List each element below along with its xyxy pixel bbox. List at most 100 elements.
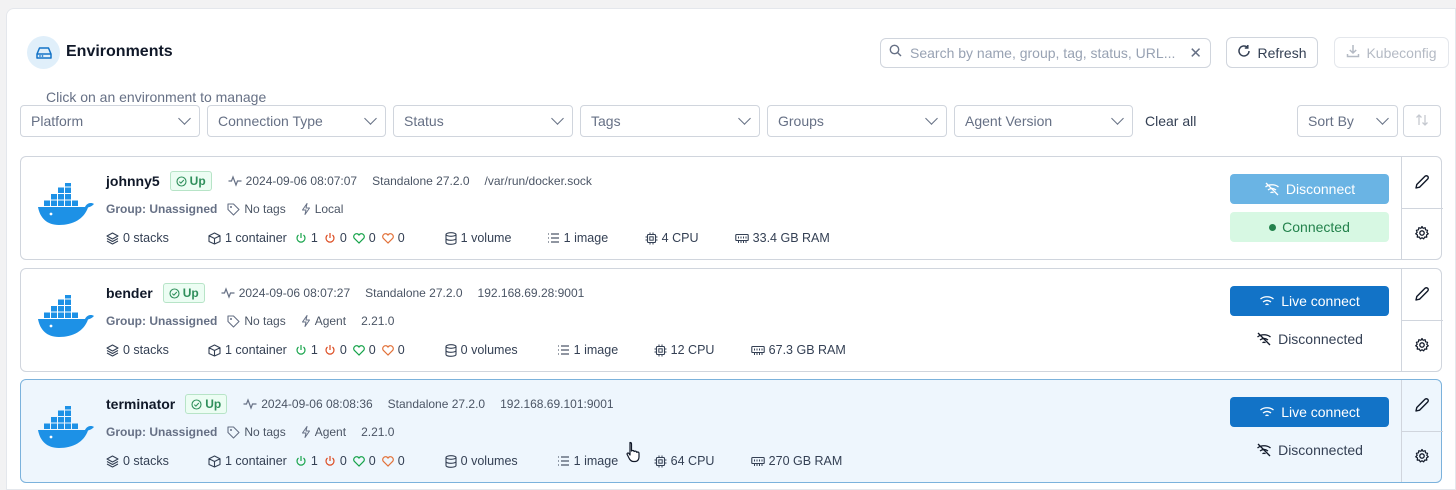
manage-hint: Click on an environment to manage <box>46 89 267 105</box>
card-side-actions <box>1401 269 1443 371</box>
tags-filter[interactable]: Tags <box>580 105 760 137</box>
cpu-count: 64 CPU <box>670 454 715 468</box>
running-count: 1 <box>310 343 318 357</box>
live-connect-button[interactable]: Live connect <box>1230 286 1389 316</box>
sort-by-select[interactable]: Sort By <box>1297 105 1398 137</box>
healthy-count: 0 <box>368 454 376 468</box>
environment-summary-row: bender Up 2024-09-06 08:07:27 Standalone… <box>106 283 599 303</box>
stopped-stat: 0 <box>324 231 347 245</box>
healthy-stat: 0 <box>352 231 376 245</box>
gear-icon[interactable] <box>1414 337 1430 358</box>
ram-amount: 270 GB RAM <box>768 454 843 468</box>
platform-filter-label: Platform <box>31 113 84 129</box>
healthy-count: 0 <box>368 231 376 245</box>
primary-action-label: Live connect <box>1281 293 1360 309</box>
images-count: 1 image <box>563 231 609 245</box>
volumes-count: 1 volume <box>460 231 512 245</box>
ram-amount: 67.3 GB RAM <box>768 343 846 357</box>
volumes-stat: 1 volume <box>445 231 547 245</box>
edit-icon[interactable] <box>1414 174 1430 195</box>
clear-all-link[interactable]: Clear all <box>1145 113 1196 129</box>
connection-state: Connected <box>1230 212 1389 242</box>
power-on-icon <box>296 345 306 355</box>
gear-icon[interactable] <box>1414 448 1430 469</box>
unhealthy-count: 0 <box>397 343 405 357</box>
kubeconfig-button[interactable]: Kubeconfig <box>1334 37 1449 68</box>
containers-stat: 1 container <box>208 343 287 357</box>
divider <box>1402 431 1443 432</box>
tag-icon <box>227 202 240 216</box>
status-filter[interactable]: Status <box>393 105 573 137</box>
tags-info: No tags <box>227 202 286 216</box>
stacks-count: 0 stacks <box>123 454 169 468</box>
agent-version-filter[interactable]: Agent Version <box>954 105 1133 137</box>
environment-url: /var/run/docker.sock <box>484 174 592 188</box>
groups-filter-label: Groups <box>778 113 824 129</box>
agent-version-filter-label: Agent Version <box>965 113 1053 129</box>
cpu-stat: 12 CPU <box>654 343 751 357</box>
chevron-down-icon <box>1111 112 1124 125</box>
divider <box>1402 320 1443 321</box>
tags-filter-label: Tags <box>591 113 621 129</box>
search-box[interactable]: ✕ <box>880 38 1211 68</box>
power-on-icon <box>296 456 306 466</box>
status-badge: Up <box>162 283 205 303</box>
environment-group: Group: Unassigned <box>106 314 218 328</box>
disconnect-button[interactable]: Disconnect <box>1230 174 1389 204</box>
volumes-stat: 0 volumes <box>445 343 557 357</box>
primary-action-label: Live connect <box>1281 404 1360 420</box>
bolt-icon <box>301 203 310 215</box>
status-badge: Up <box>185 394 228 414</box>
containers-stat: 1 container <box>208 454 287 468</box>
check-circle-icon <box>191 398 202 410</box>
stopped-count: 0 <box>339 343 347 357</box>
cpu-count: 12 CPU <box>670 343 715 357</box>
heart-healthy-icon <box>352 232 365 244</box>
containers-count: 1 container <box>225 343 287 357</box>
primary-action-label: Disconnect <box>1285 181 1356 197</box>
running-count: 1 <box>310 231 318 245</box>
status-badge: Up <box>169 171 212 191</box>
live-connect-button[interactable]: Live connect <box>1230 397 1389 427</box>
tag-icon <box>227 425 240 439</box>
connection-state: Disconnected <box>1230 435 1389 465</box>
environment-card-johnny5[interactable]: johnny5 Up 2024-09-06 08:07:07 Standalon… <box>20 156 1443 260</box>
ram-amount: 33.4 GB RAM <box>752 231 830 245</box>
environment-summary-row: terminator Up 2024-09-06 08:08:36 Standa… <box>106 394 629 414</box>
connection-info: Agent <box>301 425 346 439</box>
environment-name: bender <box>106 285 153 301</box>
running-count: 1 <box>310 454 318 468</box>
groups-filter[interactable]: Groups <box>767 105 947 137</box>
connection-state-label: Disconnected <box>1278 331 1363 347</box>
platform-filter[interactable]: Platform <box>20 105 200 137</box>
gear-icon[interactable] <box>1414 225 1430 246</box>
tags-info: No tags <box>227 314 286 328</box>
refresh-button[interactable]: Refresh <box>1226 37 1318 68</box>
stacks-stat: 0 stacks <box>106 343 208 357</box>
edit-icon[interactable] <box>1414 397 1430 418</box>
database-icon <box>445 454 457 468</box>
cube-icon <box>208 231 221 245</box>
sort-by-label: Sort By <box>1308 113 1354 129</box>
sort-direction-button[interactable] <box>1403 105 1441 137</box>
stacks-count: 0 stacks <box>123 343 169 357</box>
bolt-icon <box>301 426 310 438</box>
environment-card-terminator[interactable]: terminator Up 2024-09-06 08:08:36 Standa… <box>20 379 1443 483</box>
stopped-stat: 0 <box>324 454 347 468</box>
connection-info: Local <box>301 202 343 216</box>
search-input[interactable] <box>908 44 1186 62</box>
power-off-icon <box>325 456 335 466</box>
stopped-count: 0 <box>339 454 347 468</box>
volumes-stat: 0 volumes <box>445 454 557 468</box>
wifi-icon <box>1260 407 1275 417</box>
cpu-stat: 4 CPU <box>645 231 735 245</box>
stacks-stat: 0 stacks <box>106 231 208 245</box>
clear-search-icon[interactable]: ✕ <box>1189 44 1202 62</box>
edit-icon[interactable] <box>1414 286 1430 307</box>
heart-unhealthy-icon <box>381 232 394 244</box>
heartbeat-icon <box>243 398 257 410</box>
connection-type-filter[interactable]: Connection Type <box>207 105 386 137</box>
download-icon <box>1346 44 1360 61</box>
environment-card-bender[interactable]: bender Up 2024-09-06 08:07:27 Standalone… <box>20 268 1443 372</box>
wifi-off-icon <box>1257 332 1272 346</box>
